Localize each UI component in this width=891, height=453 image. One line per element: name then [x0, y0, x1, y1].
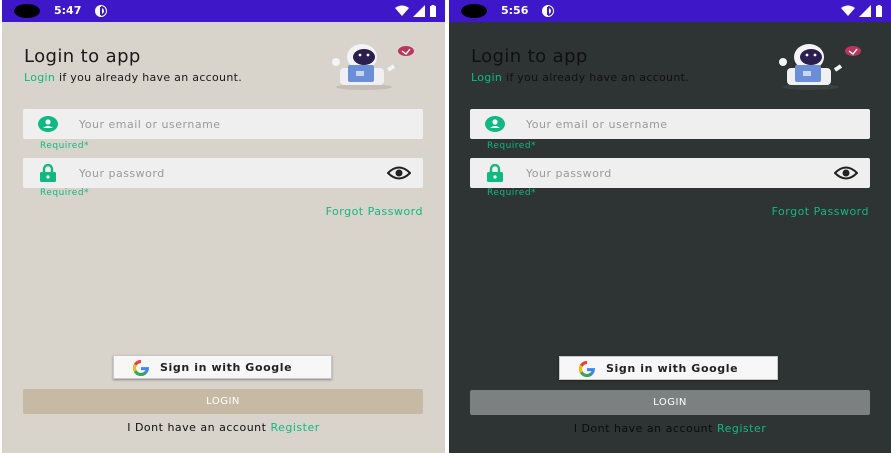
email-field[interactable]	[470, 109, 870, 139]
google-button-label: Sign in with Google	[606, 362, 739, 375]
astronaut-illustration	[332, 44, 414, 90]
email-field[interactable]	[23, 109, 423, 139]
password-field[interactable]	[23, 158, 423, 188]
lock-icon	[40, 164, 56, 182]
login-button[interactable]: LOGIN	[23, 389, 423, 414]
register-link[interactable]: Register	[717, 422, 766, 435]
login-subtitle: Login if you already have an account.	[471, 71, 689, 85]
email-input[interactable]	[526, 109, 826, 139]
forgot-password-link[interactable]: Forgot Password	[326, 205, 423, 219]
page-title: Login to app	[24, 46, 141, 67]
wifi-icon	[841, 5, 855, 16]
wifi-icon	[395, 5, 409, 16]
email-required-hint: Required*	[487, 141, 537, 151]
register-prompt-text: I Dont have an account	[127, 421, 271, 434]
register-prompt: I Dont have an account Register	[2, 421, 445, 435]
camera-cutout	[14, 4, 40, 18]
password-required-hint: Required*	[40, 188, 90, 198]
camera-cutout	[461, 4, 487, 18]
status-bar: 5:47	[2, 0, 445, 22]
status-bar: 5:56	[449, 0, 891, 22]
subtitle-text: if you already have an account.	[502, 71, 690, 84]
astronaut-illustration	[779, 44, 861, 90]
login-link[interactable]: Login	[471, 71, 502, 84]
login-screen-dark: 5:56 Login to app Login if you already h…	[449, 0, 891, 453]
google-button-label: Sign in with Google	[160, 361, 293, 374]
battery-icon	[430, 5, 436, 17]
status-icons	[841, 4, 883, 18]
status-time: 5:47	[54, 4, 82, 17]
subtitle-text: if you already have an account.	[55, 71, 243, 84]
status-icons	[395, 4, 437, 18]
signal-icon	[859, 5, 871, 17]
google-logo-icon	[578, 360, 596, 377]
lock-icon	[487, 164, 503, 182]
forgot-password-link[interactable]: Forgot Password	[772, 205, 869, 219]
login-screen-light: 5:47 Login to app Login if you already h…	[2, 0, 445, 453]
login-button[interactable]: LOGIN	[470, 390, 870, 415]
battery-icon	[876, 5, 882, 17]
login-link[interactable]: Login	[24, 71, 55, 84]
password-field[interactable]	[470, 158, 870, 188]
login-subtitle: Login if you already have an account.	[24, 71, 242, 85]
register-prompt-text: I Dont have an account	[573, 422, 717, 435]
email-input[interactable]	[79, 109, 379, 139]
status-notification-icon	[95, 5, 107, 17]
password-input[interactable]	[79, 158, 379, 188]
register-prompt: I Dont have an account Register	[449, 422, 891, 436]
status-time: 5:56	[501, 4, 529, 17]
google-logo-icon	[132, 359, 150, 376]
status-notification-icon	[542, 5, 554, 17]
user-icon	[485, 116, 505, 132]
google-sign-in-button[interactable]: Sign in with Google	[559, 356, 778, 380]
eye-icon[interactable]	[387, 166, 411, 180]
google-sign-in-button[interactable]: Sign in with Google	[113, 355, 332, 379]
email-required-hint: Required*	[40, 141, 90, 151]
eye-icon[interactable]	[834, 166, 858, 180]
register-link[interactable]: Register	[270, 421, 319, 434]
signal-icon	[413, 5, 425, 17]
user-icon	[38, 116, 58, 132]
password-input[interactable]	[526, 158, 826, 188]
page-title: Login to app	[471, 46, 588, 67]
password-required-hint: Required*	[487, 188, 537, 198]
